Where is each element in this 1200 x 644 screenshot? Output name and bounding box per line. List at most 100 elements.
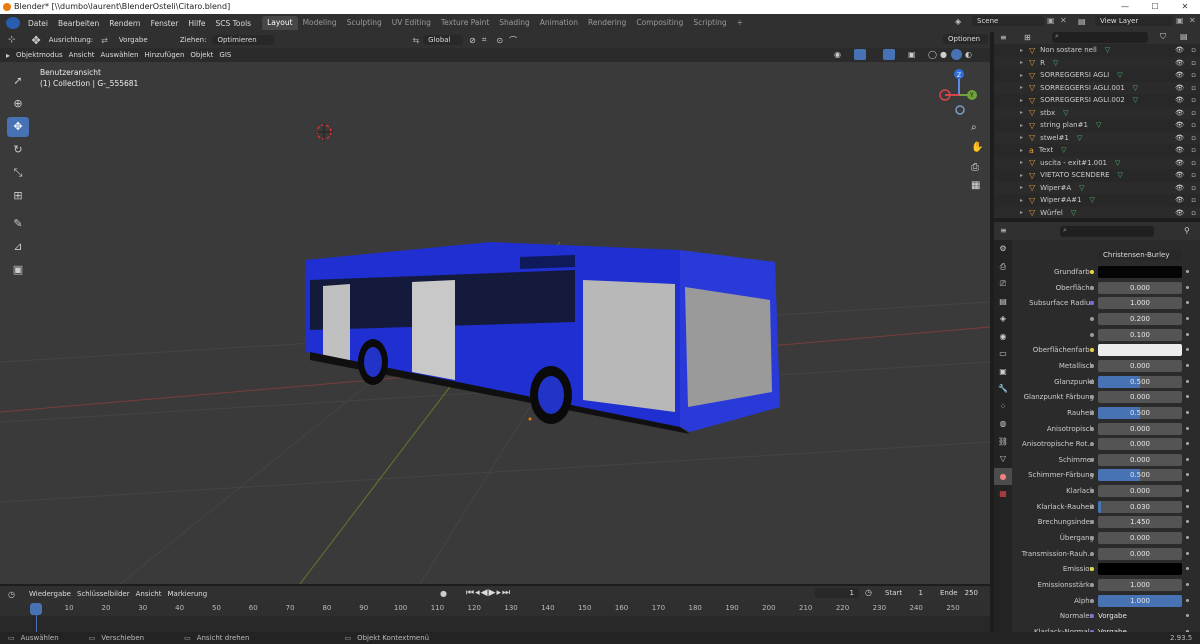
keyframe-dot-icon[interactable] xyxy=(1186,457,1189,461)
visibility-eye-icon[interactable]: 👁 xyxy=(1175,71,1184,79)
keyframe-dot-icon[interactable] xyxy=(1186,489,1189,493)
minimize-button[interactable]: — xyxy=(1110,0,1140,14)
render-camera-icon[interactable]: ▫ xyxy=(1191,134,1196,142)
visibility-eye-icon[interactable]: 👁 xyxy=(1175,184,1184,192)
view-layer-selector[interactable]: View Layer xyxy=(1095,16,1173,26)
property-slider[interactable]: 0.500 xyxy=(1098,375,1182,388)
visibility-icon[interactable]: ◉ xyxy=(834,50,841,59)
color-swatch[interactable] xyxy=(1098,563,1182,576)
tab-compositing[interactable]: Compositing xyxy=(631,16,688,30)
gizmo-toggle-icon[interactable] xyxy=(854,49,866,60)
options-dropdown[interactable]: Optionen xyxy=(943,34,988,44)
expand-arrow-icon[interactable]: ▸ xyxy=(1020,172,1023,179)
new-scene-icon[interactable]: ▣ xyxy=(1047,16,1055,25)
blender-menu-icon[interactable] xyxy=(6,17,20,29)
keyframe-dot-icon[interactable] xyxy=(1186,614,1189,618)
property-slider[interactable]: 0.500 xyxy=(1098,406,1182,419)
view-layer-tab-icon[interactable]: ▤ xyxy=(994,293,1012,311)
keyframe-dot-icon[interactable] xyxy=(1186,270,1189,273)
modifier-tab-icon[interactable]: 🔧 xyxy=(994,380,1012,398)
visibility-eye-icon[interactable]: 👁 xyxy=(1175,159,1184,167)
solid-shading-icon[interactable]: ● xyxy=(940,50,947,59)
3d-cursor-icon[interactable] xyxy=(315,123,333,141)
property-slider[interactable]: 0.000 xyxy=(1098,281,1182,294)
keyframe-dot-icon[interactable] xyxy=(1186,598,1189,602)
keyframe-dot-icon[interactable] xyxy=(1186,536,1189,540)
render-camera-icon[interactable]: ▫ xyxy=(1191,159,1196,167)
display-mode-icon[interactable]: ⊞ xyxy=(1024,33,1031,42)
delete-scene-icon[interactable]: ✕ xyxy=(1060,16,1067,25)
socket-dot-icon[interactable] xyxy=(1090,316,1094,321)
menu-timeline-ansicht[interactable]: Ansicht xyxy=(136,590,162,598)
visibility-eye-icon[interactable]: 👁 xyxy=(1175,84,1184,92)
orientation-dropdown[interactable]: Vorgabe xyxy=(114,35,174,45)
property-slider[interactable]: 0.000 xyxy=(1098,438,1182,451)
menu-bearbeiten[interactable]: Bearbeiten xyxy=(53,19,104,28)
visibility-eye-icon[interactable]: 👁 xyxy=(1175,209,1184,217)
expand-arrow-icon[interactable]: ▸ xyxy=(1020,197,1023,204)
property-slider[interactable]: 0.200 xyxy=(1098,312,1182,325)
socket-dot-icon[interactable] xyxy=(1090,285,1094,290)
keyframe-dot-icon[interactable] xyxy=(1186,426,1189,430)
tab-rendering[interactable]: Rendering xyxy=(583,16,631,30)
tab-sculpting[interactable]: Sculpting xyxy=(342,16,387,30)
render-camera-icon[interactable]: ▫ xyxy=(1191,171,1196,179)
select-tool-icon[interactable]: ➚ xyxy=(7,71,29,91)
expand-arrow-icon[interactable]: ▸ xyxy=(1020,147,1023,154)
property-slider[interactable]: 0.500 xyxy=(1098,469,1182,482)
visibility-eye-icon[interactable]: 👁 xyxy=(1175,96,1184,104)
menu-objektmodus[interactable]: Objektmodus xyxy=(16,51,63,59)
outliner-item[interactable]: ▸ ▽ Würfel ▽ 👁 ▫ xyxy=(994,206,1200,218)
socket-dot-icon[interactable] xyxy=(1090,332,1094,337)
menu-datei[interactable]: Datei xyxy=(23,19,53,28)
property-slider[interactable]: 1.000 xyxy=(1098,297,1182,310)
keyframe-dot-icon[interactable] xyxy=(1186,504,1189,508)
menu-auswaehlen[interactable]: Auswählen xyxy=(101,51,139,59)
expand-arrow-icon[interactable]: ▸ xyxy=(1020,84,1023,91)
visibility-eye-icon[interactable]: 👁 xyxy=(1175,121,1184,129)
scene-tab-icon[interactable]: ◈ xyxy=(994,310,1012,328)
keyframe-dot-icon[interactable] xyxy=(1186,551,1189,555)
delete-view-layer-icon[interactable]: ✕ xyxy=(1189,16,1196,25)
new-view-layer-icon[interactable]: ▣ xyxy=(1176,16,1184,25)
expand-arrow-icon[interactable]: ▸ xyxy=(1020,47,1023,54)
property-slider[interactable]: 0.000 xyxy=(1098,422,1182,435)
timeline-ruler[interactable]: 1102030405060708090100110120130140150160… xyxy=(0,602,990,632)
pivot-icon[interactable]: ⊘ xyxy=(469,36,476,45)
clock-icon[interactable]: ◷ xyxy=(865,588,872,597)
keyframe-dot-icon[interactable] xyxy=(1186,348,1189,352)
property-slider[interactable]: 1.450 xyxy=(1098,516,1182,529)
keyframe-dot-icon[interactable] xyxy=(1186,301,1189,305)
properties-editor-icon[interactable]: ≡ xyxy=(1000,226,1007,235)
physics-tab-icon[interactable]: ◍ xyxy=(994,415,1012,433)
rendered-shading-icon[interactable]: ◐ xyxy=(965,50,972,59)
rotate-tool-icon[interactable]: ↻ xyxy=(7,140,29,160)
collection-tab-icon[interactable]: ▭ xyxy=(994,345,1012,363)
close-button[interactable]: ✕ xyxy=(1170,0,1200,14)
expand-arrow-icon[interactable]: ▸ xyxy=(1020,159,1023,166)
keyframe-dot-icon[interactable] xyxy=(1186,332,1189,336)
overlay-toggle-icon[interactable] xyxy=(883,49,895,60)
socket-dot-icon[interactable] xyxy=(1090,504,1094,509)
menu-objekt[interactable]: Objekt xyxy=(190,51,213,59)
tab-uv-editing[interactable]: UV Editing xyxy=(387,16,436,30)
editor-type-icon[interactable]: ⊹ xyxy=(8,35,16,45)
playback-controls[interactable]: ⏮◂◀▶▸⏭ xyxy=(466,588,511,598)
render-tab-icon[interactable]: ⎙ xyxy=(994,258,1012,276)
expand-arrow-icon[interactable]: ▸ xyxy=(1020,134,1023,141)
keyframe-dot-icon[interactable] xyxy=(1186,410,1189,414)
transform-space-dropdown[interactable]: Global xyxy=(423,35,464,45)
object-tab-icon[interactable]: ▣ xyxy=(994,363,1012,381)
tab-modeling[interactable]: Modeling xyxy=(298,16,342,30)
socket-dot-icon[interactable] xyxy=(1090,426,1094,431)
visibility-eye-icon[interactable]: 👁 xyxy=(1175,109,1184,117)
proportional-edit-icon[interactable]: ⊙ xyxy=(496,36,503,45)
menu-wiedergabe[interactable]: Wiedergabe xyxy=(29,590,71,598)
property-slider[interactable]: 0.000 xyxy=(1098,485,1182,498)
outliner-editor-icon[interactable]: ≡ xyxy=(1000,33,1007,42)
socket-dot-icon[interactable] xyxy=(1090,457,1094,462)
properties-search-input[interactable] xyxy=(1060,226,1154,237)
falloff-icon[interactable]: ⌒ xyxy=(509,35,517,46)
render-camera-icon[interactable]: ▫ xyxy=(1191,71,1196,79)
visibility-eye-icon[interactable]: 👁 xyxy=(1175,46,1184,54)
